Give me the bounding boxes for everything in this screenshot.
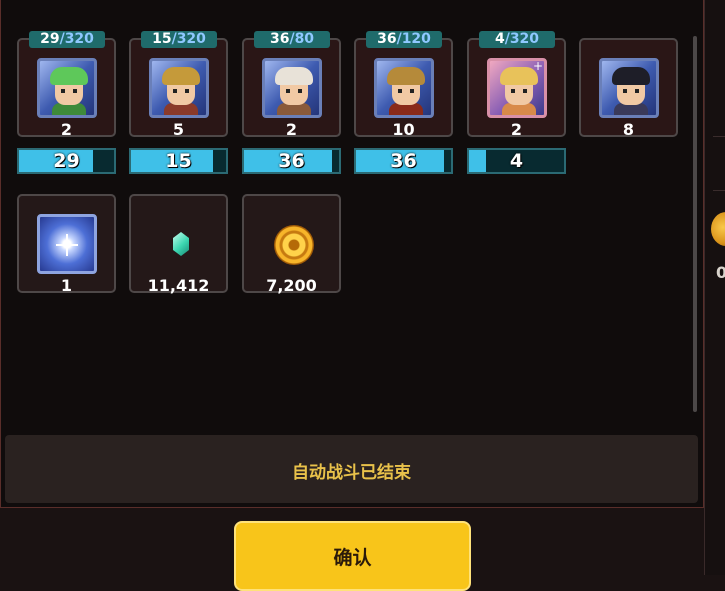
hero-slot-gold-armor-warrior[interactable]: 10 [354, 38, 453, 139]
item-slot-gold[interactable]: 7,200 [242, 194, 341, 295]
shard-current: 36 [269, 31, 290, 47]
shard-current: 4 [494, 31, 505, 47]
shard-current: 15 [152, 31, 172, 47]
hero-count: 2 [60, 120, 73, 139]
green-hair-girl-portrait-icon [37, 58, 97, 118]
item-slot-star-gem[interactable]: 1 [17, 194, 116, 295]
shard-max: 320 [176, 31, 206, 47]
shard-progress-bar: 15 [129, 148, 228, 174]
progress-value: 36 [390, 150, 417, 172]
hero-count: 10 [392, 120, 415, 139]
sparkle-icon: + [532, 59, 543, 73]
hero-count: 2 [510, 120, 523, 139]
hero-slot-green-hair-girl[interactable]: 2 [17, 38, 116, 139]
gold-coin-icon [274, 225, 314, 265]
shard-progress-tag: 4/320 [479, 31, 555, 48]
background-panel [704, 0, 725, 575]
divider [713, 136, 725, 137]
shard-progress-tag: 15/320 [141, 31, 217, 48]
hero-slot-blonde-hooded-girl[interactable]: +2 [467, 38, 566, 139]
crystal-icon [173, 232, 189, 256]
item-slot-crystal[interactable]: 11,412 [129, 194, 228, 295]
hero-count: 8 [622, 120, 635, 139]
star-gem-icon [37, 214, 97, 274]
divider [713, 190, 725, 191]
partial-coin-icon [711, 212, 725, 246]
shard-progress-tag: 36/80 [254, 31, 330, 48]
blonde-hooded-girl-portrait-icon: + [487, 58, 547, 118]
status-bar: 自动战斗已结束 [5, 435, 698, 503]
hero-slot-gold-helmet-girl[interactable]: 5 [129, 38, 228, 139]
confirm-button[interactable]: 确认 [234, 521, 471, 591]
shard-max: 320 [509, 31, 540, 47]
shard-progress-bar: 4 [467, 148, 566, 174]
progress-value: 29 [53, 150, 80, 172]
shard-max: 80 [294, 31, 315, 47]
shard-progress-bar: 36 [242, 148, 341, 174]
shard-current: 36 [377, 31, 397, 47]
bald-old-warrior-portrait-icon [262, 58, 322, 118]
item-count: 7,200 [266, 276, 317, 295]
hero-count: 2 [285, 120, 298, 139]
item-count: 1 [60, 276, 73, 295]
gold-helmet-girl-portrait-icon [149, 58, 209, 118]
confirm-label: 确认 [333, 547, 372, 569]
hero-count: 5 [172, 120, 185, 139]
progress-value: 4 [509, 150, 524, 172]
dark-hair-woman-portrait-icon [599, 58, 659, 118]
shard-max: 320 [64, 31, 94, 47]
progress-value: 15 [165, 150, 192, 172]
hero-slot-bald-old-warrior[interactable]: 2 [242, 38, 341, 139]
scrollbar[interactable] [693, 36, 697, 412]
shard-max: 120 [401, 31, 431, 47]
background-partial-text: 0 [716, 263, 725, 282]
item-count: 11,412 [147, 276, 210, 295]
shard-progress-tag: 29/320 [29, 31, 105, 48]
shard-progress-bar: 29 [17, 148, 116, 174]
shard-progress-tag: 36/120 [366, 31, 442, 48]
auto-battle-status: 自动战斗已结束 [292, 463, 411, 483]
gold-armor-warrior-portrait-icon [374, 58, 434, 118]
hero-slot-dark-hair-woman[interactable]: 8 [579, 38, 678, 139]
shard-progress-bar: 36 [354, 148, 453, 174]
progress-value: 36 [278, 150, 305, 172]
shard-current: 29 [40, 31, 60, 47]
